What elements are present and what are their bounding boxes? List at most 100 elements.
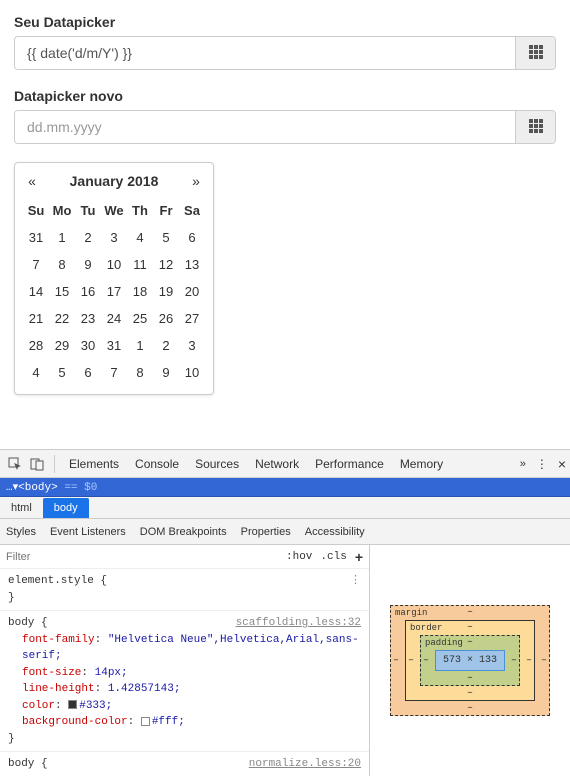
margin-right[interactable]: – bbox=[541, 655, 547, 666]
calendar-day[interactable]: 30 bbox=[75, 332, 101, 359]
css-property[interactable]: line-height: 1.42857143; bbox=[8, 681, 361, 698]
inspect-icon[interactable] bbox=[4, 453, 26, 475]
cls-toggle[interactable]: .cls bbox=[320, 551, 346, 563]
calendar-day[interactable]: 16 bbox=[75, 278, 101, 305]
calendar-day[interactable]: 9 bbox=[153, 359, 179, 386]
field1-calendar-button[interactable] bbox=[515, 37, 555, 69]
rule3-selector[interactable]: body { bbox=[8, 758, 48, 770]
calendar-day[interactable]: 10 bbox=[179, 359, 205, 386]
css-property[interactable]: font-family: "Helvetica Neue",Helvetica,… bbox=[8, 632, 361, 665]
devtools-menu-icon[interactable]: ⋮ bbox=[536, 457, 548, 471]
calendar-day[interactable]: 29 bbox=[49, 332, 75, 359]
source-tab[interactable]: html bbox=[0, 498, 43, 518]
device-icon[interactable] bbox=[26, 453, 48, 475]
calendar-day[interactable]: 20 bbox=[179, 278, 205, 305]
devtools-tab[interactable]: Elements bbox=[69, 457, 119, 471]
calendar-title[interactable]: January 2018 bbox=[70, 173, 159, 189]
panel-tab[interactable]: Event Listeners bbox=[50, 526, 126, 538]
calendar-day[interactable]: 13 bbox=[179, 251, 205, 278]
hov-toggle[interactable]: :hov bbox=[286, 551, 312, 563]
calendar-day[interactable]: 10 bbox=[101, 251, 127, 278]
calendar-day[interactable]: 24 bbox=[101, 305, 127, 332]
calendar-day[interactable]: 5 bbox=[153, 224, 179, 251]
calendar-day[interactable]: 8 bbox=[49, 251, 75, 278]
calendar-day[interactable]: 3 bbox=[179, 332, 205, 359]
calendar-day[interactable]: 7 bbox=[23, 251, 49, 278]
calendar-prev-button[interactable]: « bbox=[25, 173, 39, 189]
border-right[interactable]: – bbox=[526, 655, 532, 666]
calendar-day[interactable]: 15 bbox=[49, 278, 75, 305]
calendar-day[interactable]: 9 bbox=[75, 251, 101, 278]
calendar-day[interactable]: 1 bbox=[127, 332, 153, 359]
calendar-day[interactable]: 23 bbox=[75, 305, 101, 332]
panel-tab[interactable]: Accessibility bbox=[305, 526, 365, 538]
field1-input[interactable] bbox=[15, 37, 515, 69]
calendar-day[interactable]: 6 bbox=[179, 224, 205, 251]
calendar-day[interactable]: 25 bbox=[127, 305, 153, 332]
calendar-day[interactable]: 19 bbox=[153, 278, 179, 305]
devtools-tab[interactable]: Memory bbox=[400, 457, 443, 471]
devtools-tab[interactable]: Console bbox=[135, 457, 179, 471]
calendar-day[interactable]: 5 bbox=[49, 359, 75, 386]
devtools-tab[interactable]: Sources bbox=[195, 457, 239, 471]
margin-left[interactable]: – bbox=[393, 655, 399, 666]
calendar-next-button[interactable]: » bbox=[189, 173, 203, 189]
calendar-day[interactable]: 11 bbox=[127, 251, 153, 278]
devtools-close-button[interactable]: × bbox=[558, 456, 566, 472]
calendar-day[interactable]: 14 bbox=[23, 278, 49, 305]
calendar-day[interactable]: 2 bbox=[75, 224, 101, 251]
panel-tab[interactable]: Properties bbox=[241, 526, 291, 538]
calendar-day[interactable]: 28 bbox=[23, 332, 49, 359]
calendar-day[interactable]: 21 bbox=[23, 305, 49, 332]
padding-left[interactable]: – bbox=[423, 655, 429, 666]
calendar-day[interactable]: 4 bbox=[23, 359, 49, 386]
padding-right[interactable]: – bbox=[511, 655, 517, 666]
css-property[interactable]: background-color: #fff; bbox=[8, 714, 361, 731]
calendar-day[interactable]: 3 bbox=[101, 224, 127, 251]
margin-top[interactable]: – bbox=[467, 607, 473, 618]
calendar-day[interactable]: 2 bbox=[153, 332, 179, 359]
rule-menu-icon[interactable]: ⋮ bbox=[350, 573, 361, 590]
source-tab[interactable]: body bbox=[43, 498, 89, 518]
devtools-tab[interactable]: Performance bbox=[315, 457, 384, 471]
devtools-tab[interactable]: Network bbox=[255, 457, 299, 471]
border-left[interactable]: – bbox=[408, 655, 414, 666]
weekday-header: Su bbox=[23, 197, 49, 224]
panel-tab[interactable]: Styles bbox=[6, 526, 36, 538]
rule2-selector[interactable]: body { bbox=[8, 617, 48, 629]
filter-input[interactable] bbox=[6, 551, 278, 563]
calendar-day[interactable]: 7 bbox=[101, 359, 127, 386]
border-bottom[interactable]: – bbox=[467, 688, 473, 699]
calendar-day[interactable]: 27 bbox=[179, 305, 205, 332]
breadcrumb-prefix: …▾ bbox=[6, 482, 18, 494]
calendar-day[interactable]: 26 bbox=[153, 305, 179, 332]
breadcrumb[interactable]: …▾<body> == $0 bbox=[0, 478, 570, 497]
calendar-day[interactable]: 12 bbox=[153, 251, 179, 278]
border-top[interactable]: – bbox=[467, 622, 473, 633]
rule2-source-link[interactable]: scaffolding.less:32 bbox=[236, 615, 361, 632]
tabs-overflow-button[interactable]: » bbox=[520, 458, 526, 470]
calendar-day[interactable]: 31 bbox=[23, 224, 49, 251]
rule1-selector[interactable]: element.style { bbox=[8, 575, 107, 587]
panel-tab[interactable]: DOM Breakpoints bbox=[140, 526, 227, 538]
calendar-day[interactable]: 31 bbox=[101, 332, 127, 359]
margin-bottom[interactable]: – bbox=[467, 703, 473, 714]
padding-top[interactable]: – bbox=[467, 637, 473, 648]
calendar-grid-icon bbox=[529, 45, 543, 62]
calendar-day[interactable]: 22 bbox=[49, 305, 75, 332]
new-rule-button[interactable]: + bbox=[355, 549, 363, 565]
calendar-day[interactable]: 18 bbox=[127, 278, 153, 305]
css-property[interactable]: font-size: 14px; bbox=[8, 665, 361, 682]
field2-calendar-button[interactable] bbox=[515, 111, 555, 143]
padding-bottom[interactable]: – bbox=[467, 673, 473, 684]
calendar-day[interactable]: 4 bbox=[127, 224, 153, 251]
field2-input[interactable] bbox=[15, 111, 515, 143]
rule3-source-link[interactable]: normalize.less:20 bbox=[249, 756, 361, 773]
border-label: border bbox=[410, 623, 442, 633]
field1-group bbox=[14, 36, 556, 70]
calendar-day[interactable]: 8 bbox=[127, 359, 153, 386]
calendar-day[interactable]: 1 bbox=[49, 224, 75, 251]
content-size[interactable]: 573 × 133 bbox=[435, 650, 505, 671]
calendar-day[interactable]: 6 bbox=[75, 359, 101, 386]
calendar-day[interactable]: 17 bbox=[101, 278, 127, 305]
